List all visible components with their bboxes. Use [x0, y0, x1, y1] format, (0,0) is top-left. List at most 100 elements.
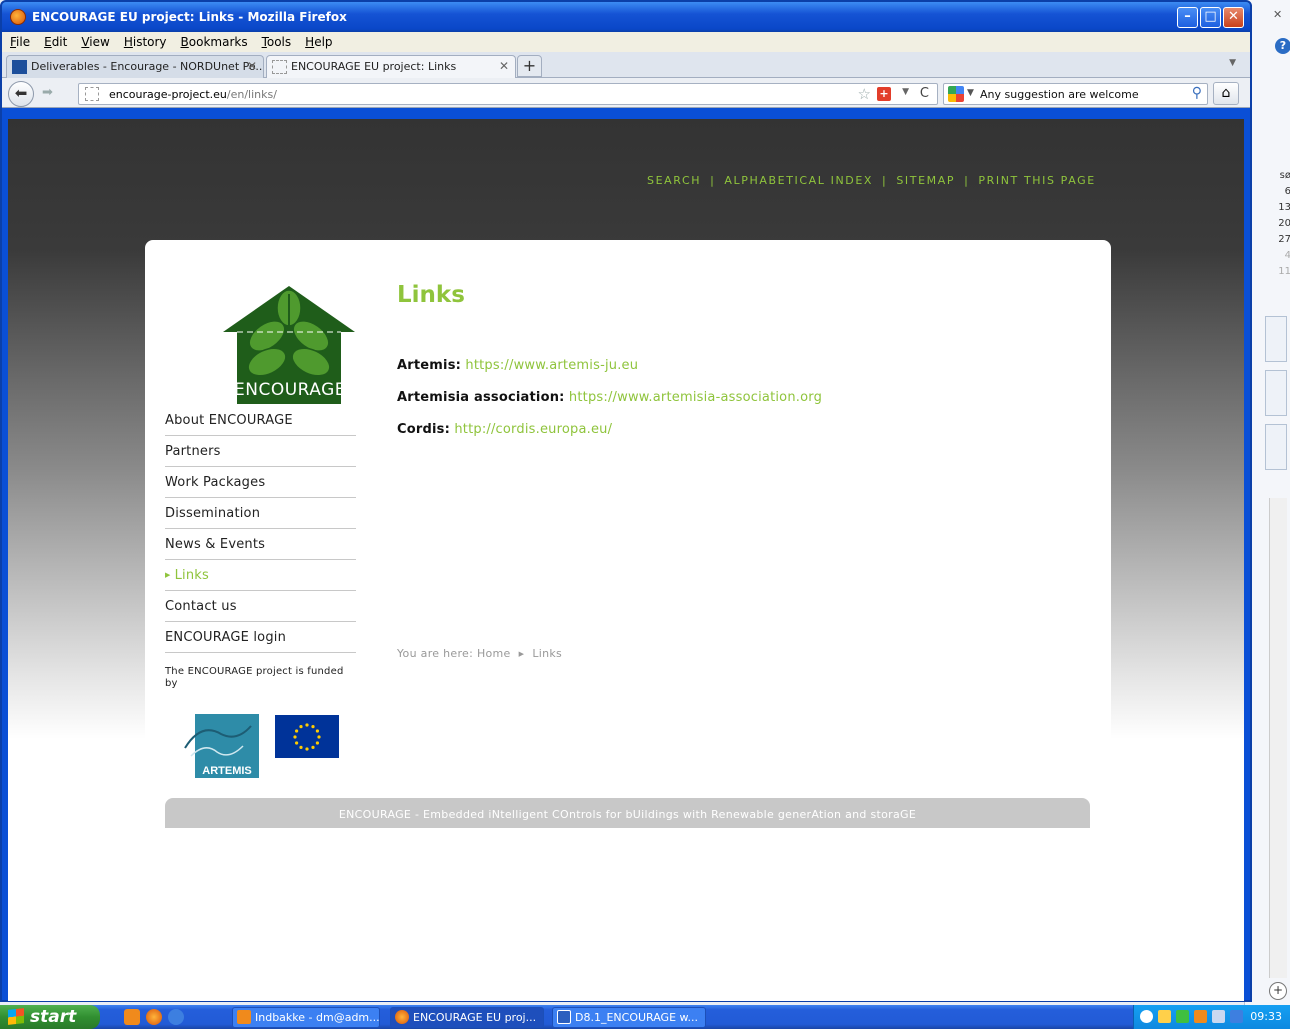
sidebar-item-contact[interactable]: Contact us: [165, 591, 356, 622]
tab-label: Deliverables - Encourage - NORDUnet Po..…: [31, 60, 264, 73]
content-card: ENCOURAGE About ENCOURAGE Partners Work …: [145, 240, 1111, 840]
sidebar-item-partners[interactable]: Partners: [165, 436, 356, 467]
bg-pane[interactable]: [1265, 424, 1287, 470]
tab-bar: Deliverables - Encourage - NORDUnet Po..…: [2, 52, 1250, 79]
maximize-button[interactable]: □: [1200, 7, 1221, 28]
bg-calendar: sø 6 13 20 27 4 11: [1271, 168, 1290, 280]
page-viewport: SEARCH | ALPHABETICAL INDEX | SITEMAP | PRINT …: [8, 119, 1244, 1001]
bg-close-icon[interactable]: ✕: [1273, 8, 1282, 21]
tray-network-icon[interactable]: [1212, 1010, 1225, 1023]
sidebar-item-news-events[interactable]: News & Events: [165, 529, 356, 560]
tab-close-icon[interactable]: ✕: [247, 59, 257, 73]
taskbar-button-outlook[interactable]: Indbakke - dm@adm....: [232, 1007, 380, 1028]
bg-zoom-in-icon[interactable]: +: [1269, 982, 1287, 1000]
bg-scrollbar[interactable]: [1269, 498, 1287, 978]
separator: |: [964, 174, 970, 187]
artemis-logo[interactable]: ARTEMIS: [181, 712, 259, 778]
windows-logo-icon: [8, 1008, 24, 1025]
tab-links[interactable]: ENCOURAGE EU project: Links ✕: [266, 55, 516, 79]
bg-pane[interactable]: [1265, 316, 1287, 362]
link-item: Artemis: https://www.artemis-ju.eu: [397, 358, 638, 373]
site-identity-icon[interactable]: [85, 87, 99, 101]
minimize-button[interactable]: –: [1177, 7, 1198, 28]
home-button[interactable]: ⌂: [1213, 82, 1239, 105]
tray-back-icon[interactable]: [1140, 1010, 1153, 1023]
cal-day: 27: [1278, 234, 1290, 245]
start-button[interactable]: start: [0, 1005, 100, 1029]
url-host: encourage-project.eu: [109, 88, 227, 101]
bg-help-icon[interactable]: ?: [1275, 38, 1290, 54]
print-page-link[interactable]: PRINT THIS PAGE: [978, 174, 1095, 187]
menu-help[interactable]: Help: [305, 35, 332, 49]
funded-by-text: The ENCOURAGE project is funded by: [165, 666, 344, 689]
menu-history[interactable]: History: [124, 35, 167, 49]
tab-list-chevron-icon[interactable]: ▼: [1229, 58, 1236, 68]
eu-flag-logo[interactable]: [275, 715, 339, 758]
new-tab-button[interactable]: +: [517, 55, 542, 77]
taskbar-button-firefox[interactable]: ENCOURAGE EU proj...: [390, 1007, 544, 1028]
link-item: Artemisia association: https://www.artem…: [397, 390, 822, 405]
url-path: /en/links/: [226, 88, 277, 101]
cal-day: 11: [1278, 266, 1290, 277]
menu-file[interactable]: File: [10, 35, 30, 49]
ie-quicklaunch-icon[interactable]: [168, 1009, 184, 1025]
menu-edit[interactable]: Edit: [44, 35, 67, 49]
sidebar-item-dissemination[interactable]: Dissemination: [165, 498, 356, 529]
search-bar[interactable]: ▼ Any suggestion are welcome ⚲: [943, 83, 1208, 105]
search-engine-dropdown-icon[interactable]: ▼: [967, 88, 974, 98]
title-bar[interactable]: ENCOURAGE EU project: Links - Mozilla Fi…: [2, 2, 1250, 32]
sidebar-item-label: Links: [174, 568, 209, 583]
clock: 09:33: [1250, 1010, 1282, 1023]
firefox-icon: [395, 1010, 409, 1024]
navigation-bar: ⬅ ➡ encourage-project.eu/en/links/ ☆ + ▼…: [2, 78, 1250, 108]
sidebar-item-label: ENCOURAGE login: [165, 630, 287, 645]
sidebar-item-label: About ENCOURAGE: [165, 413, 293, 428]
addon-plus-icon[interactable]: +: [877, 87, 891, 101]
artemis-link[interactable]: https://www.artemis-ju.eu: [465, 358, 638, 373]
reload-icon[interactable]: C: [920, 86, 929, 101]
taskbar-button-word[interactable]: D8.1_ENCOURAGE w...: [552, 1007, 706, 1028]
url-dropdown-icon[interactable]: ▼: [902, 87, 909, 97]
forward-button[interactable]: ➡: [42, 85, 53, 100]
search-icon[interactable]: ⚲: [1192, 85, 1202, 101]
tray-security-icon[interactable]: [1176, 1010, 1189, 1023]
artemisia-link[interactable]: https://www.artemisia-association.org: [569, 390, 822, 405]
menu-bookmarks[interactable]: Bookmarks: [181, 35, 248, 49]
word-icon: [557, 1010, 571, 1024]
google-icon[interactable]: [948, 86, 964, 102]
sidebar-item-work-packages[interactable]: Work Packages: [165, 467, 356, 498]
sitemap-link[interactable]: SITEMAP: [896, 174, 955, 187]
close-button[interactable]: ✕: [1223, 7, 1244, 28]
taskbar-button-label: ENCOURAGE EU proj...: [413, 1011, 537, 1024]
sidebar-item-label: Work Packages: [165, 475, 266, 490]
active-arrow-icon: ▶: [165, 571, 171, 579]
nordunet-icon: [12, 60, 27, 74]
back-button[interactable]: ⬅: [8, 81, 34, 107]
sidebar-item-login[interactable]: ENCOURAGE login: [165, 622, 356, 653]
taskbar-button-label: Indbakke - dm@adm....: [255, 1011, 380, 1024]
sidebar-item-links[interactable]: ▶ Links: [165, 560, 356, 591]
menu-tools[interactable]: Tools: [262, 35, 292, 49]
url-bar[interactable]: encourage-project.eu/en/links/ ☆ + ▼ C: [78, 83, 938, 105]
bookmark-star-icon[interactable]: ☆: [858, 85, 871, 103]
tray-mail-icon[interactable]: [1158, 1010, 1171, 1023]
window-title: ENCOURAGE EU project: Links - Mozilla Fi…: [32, 10, 347, 24]
cordis-link[interactable]: http://cordis.europa.eu/: [454, 422, 612, 437]
tray-outlook-icon[interactable]: [1194, 1010, 1207, 1023]
breadcrumb-arrow-icon: ▶: [518, 650, 525, 658]
tab-close-icon[interactable]: ✕: [499, 59, 509, 73]
menu-view[interactable]: View: [81, 35, 109, 49]
breadcrumb-home-link[interactable]: Home: [477, 647, 511, 660]
outlook-quicklaunch-icon[interactable]: [124, 1009, 140, 1025]
url-text[interactable]: encourage-project.eu/en/links/: [109, 88, 277, 101]
firefox-quicklaunch-icon[interactable]: [146, 1009, 162, 1025]
tray-app-icon[interactable]: [1230, 1010, 1243, 1023]
breadcrumb-current: Links: [532, 647, 563, 660]
bg-pane[interactable]: [1265, 370, 1287, 416]
search-text[interactable]: Any suggestion are welcome: [980, 88, 1139, 101]
alphabetical-index-link[interactable]: ALPHABETICAL INDEX: [724, 174, 873, 187]
tab-deliverables[interactable]: Deliverables - Encourage - NORDUnet Po..…: [6, 55, 264, 78]
link-label: Artemisia association:: [397, 390, 565, 405]
sidebar-item-about[interactable]: About ENCOURAGE: [165, 405, 356, 436]
search-link[interactable]: SEARCH: [647, 174, 701, 187]
